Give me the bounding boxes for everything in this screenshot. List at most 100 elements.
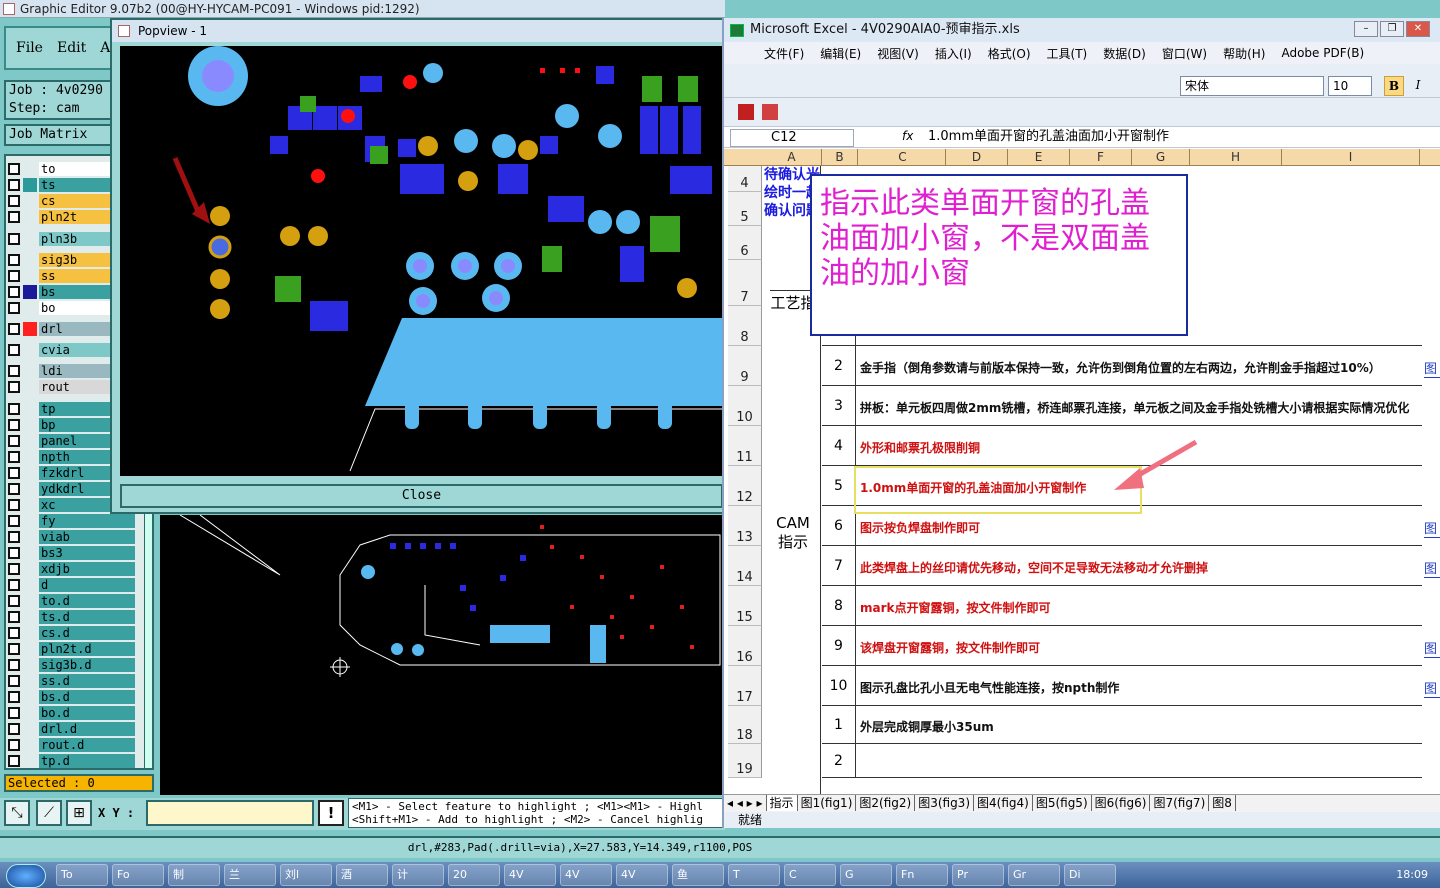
sheet-tab[interactable]: 图2(fig2) xyxy=(856,795,916,811)
layer-color-swatch[interactable] xyxy=(23,418,37,432)
taskbar-button[interactable]: 鱼 xyxy=(672,864,724,886)
popview-canvas[interactable] xyxy=(120,46,723,476)
layer-row[interactable]: d xyxy=(8,578,135,592)
layer-row[interactable]: cs.d xyxy=(8,626,135,640)
grid-icon[interactable]: ⊞ xyxy=(66,800,92,826)
formula-input[interactable]: 1.0mm单面开窗的孔盖油面加小开窗制作 xyxy=(928,129,1169,145)
font-size-select[interactable]: 10 xyxy=(1328,76,1372,96)
layer-color-swatch[interactable] xyxy=(23,706,37,720)
layer-color-swatch[interactable] xyxy=(23,253,37,267)
layer-checkbox[interactable] xyxy=(8,739,20,751)
figure-link[interactable]: 图 xyxy=(1424,638,1440,658)
column-header[interactable]: B xyxy=(822,149,858,166)
taskbar-button[interactable]: 制 xyxy=(168,864,220,886)
excel-menu-item[interactable]: 格式(O) xyxy=(988,45,1031,62)
column-header[interactable]: H xyxy=(1190,149,1282,166)
layer-row[interactable]: ts.d xyxy=(8,610,135,624)
taskbar-button[interactable]: Di xyxy=(1064,864,1116,886)
row-header[interactable]: 12 xyxy=(728,466,762,506)
excel-menu-item[interactable]: 工具(T) xyxy=(1047,45,1088,62)
layer-color-swatch[interactable] xyxy=(23,450,37,464)
taskbar-button[interactable]: C xyxy=(784,864,836,886)
layer-checkbox[interactable] xyxy=(8,707,20,719)
board-canvas[interactable] xyxy=(160,514,725,795)
layer-checkbox[interactable] xyxy=(8,563,20,575)
layer-color-swatch[interactable] xyxy=(23,232,37,246)
layer-color-swatch[interactable] xyxy=(23,322,37,336)
layer-color-swatch[interactable] xyxy=(23,690,37,704)
layer-color-swatch[interactable] xyxy=(23,285,37,299)
layer-checkbox[interactable] xyxy=(8,643,20,655)
taskbar-button[interactable]: G xyxy=(840,864,892,886)
layer-name[interactable]: fy xyxy=(39,514,135,528)
row-header[interactable]: 9 xyxy=(728,346,762,386)
layer-checkbox[interactable] xyxy=(8,483,20,495)
layer-color-swatch[interactable] xyxy=(23,578,37,592)
sheet-tab[interactable]: 图1(fig1) xyxy=(798,795,857,811)
layer-checkbox[interactable] xyxy=(8,344,20,356)
layer-checkbox[interactable] xyxy=(8,659,20,671)
layer-checkbox[interactable] xyxy=(8,531,20,543)
layer-color-swatch[interactable] xyxy=(23,626,37,640)
figure-link[interactable]: 图 xyxy=(1424,678,1440,698)
taskbar-button[interactable]: Fn xyxy=(896,864,948,886)
layer-color-swatch[interactable] xyxy=(23,301,37,315)
row-header[interactable]: 11 xyxy=(728,426,762,466)
layer-row[interactable]: bs.d xyxy=(8,690,135,704)
layer-checkbox[interactable] xyxy=(8,627,20,639)
start-button[interactable] xyxy=(6,864,46,888)
taskbar-button[interactable]: To xyxy=(56,864,108,886)
layer-color-swatch[interactable] xyxy=(23,402,37,416)
taskbar-button[interactable]: 酒 xyxy=(336,864,388,886)
layer-color-swatch[interactable] xyxy=(23,658,37,672)
layer-color-swatch[interactable] xyxy=(23,269,37,283)
layer-row[interactable]: bo.d xyxy=(8,706,135,720)
layer-row[interactable]: fy xyxy=(8,514,135,528)
layer-name[interactable]: pln2t.d xyxy=(39,642,135,656)
layer-checkbox[interactable] xyxy=(8,547,20,559)
layer-color-swatch[interactable] xyxy=(23,514,37,528)
layer-checkbox[interactable] xyxy=(8,381,20,393)
layer-name[interactable]: bs3 xyxy=(39,546,135,560)
taskbar-button[interactable]: T xyxy=(728,864,780,886)
excel-menu-item[interactable]: 视图(V) xyxy=(877,45,919,62)
layer-checkbox[interactable] xyxy=(8,302,20,314)
layer-checkbox[interactable] xyxy=(8,254,20,266)
layer-name[interactable]: tp.d xyxy=(39,754,135,768)
row-header[interactable]: 8 xyxy=(728,306,762,346)
layer-checkbox[interactable] xyxy=(8,755,20,767)
sheet-nav-arrows[interactable]: ◂ ◂ ▸ ▸ xyxy=(724,795,767,811)
column-header[interactable]: C xyxy=(860,149,946,166)
layer-color-swatch[interactable] xyxy=(23,194,37,208)
layer-checkbox[interactable] xyxy=(8,163,20,175)
figure-link[interactable]: 图 xyxy=(1424,558,1440,578)
graphic-editor-titlebar[interactable]: Graphic Editor 9.07b2 (00@HY-HYCAM-PC091… xyxy=(0,0,725,18)
layer-row[interactable]: tp.d xyxy=(8,754,135,768)
bold-button[interactable]: B xyxy=(1384,76,1404,96)
layer-checkbox[interactable] xyxy=(8,179,20,191)
font-select[interactable]: 宋体 xyxy=(1180,76,1324,96)
taskbar-button[interactable]: Gr xyxy=(1008,864,1060,886)
figure-link[interactable]: 图 xyxy=(1424,518,1440,538)
layer-checkbox[interactable] xyxy=(8,435,20,447)
taskbar-button[interactable]: Fo xyxy=(112,864,164,886)
layer-name[interactable]: sig3b.d xyxy=(39,658,135,672)
excel-titlebar[interactable]: Microsoft Excel - 4V0290AIA0-预审指示.xls – … xyxy=(724,18,1440,42)
column-header[interactable]: F xyxy=(1070,149,1132,166)
excel-menu-item[interactable]: 插入(I) xyxy=(935,45,972,62)
layer-name[interactable]: bs.d xyxy=(39,690,135,704)
layer-row[interactable]: pln2t.d xyxy=(8,642,135,656)
figure-link[interactable]: 图 xyxy=(1424,358,1440,378)
layer-checkbox[interactable] xyxy=(8,723,20,735)
sheet-tab[interactable]: 图3(fig3) xyxy=(915,795,974,811)
row-header[interactable]: 16 xyxy=(728,626,762,666)
layer-name[interactable]: viab xyxy=(39,530,135,544)
layer-color-swatch[interactable] xyxy=(23,738,37,752)
layer-color-swatch[interactable] xyxy=(23,364,37,378)
layer-checkbox[interactable] xyxy=(8,365,20,377)
taskbar-button[interactable]: 20 xyxy=(448,864,500,886)
layer-row[interactable]: viab xyxy=(8,530,135,544)
sheet-tab[interactable]: 图5(fig5) xyxy=(1033,795,1092,811)
minimize-icon[interactable]: – xyxy=(1354,21,1378,37)
layer-color-swatch[interactable] xyxy=(23,162,37,176)
